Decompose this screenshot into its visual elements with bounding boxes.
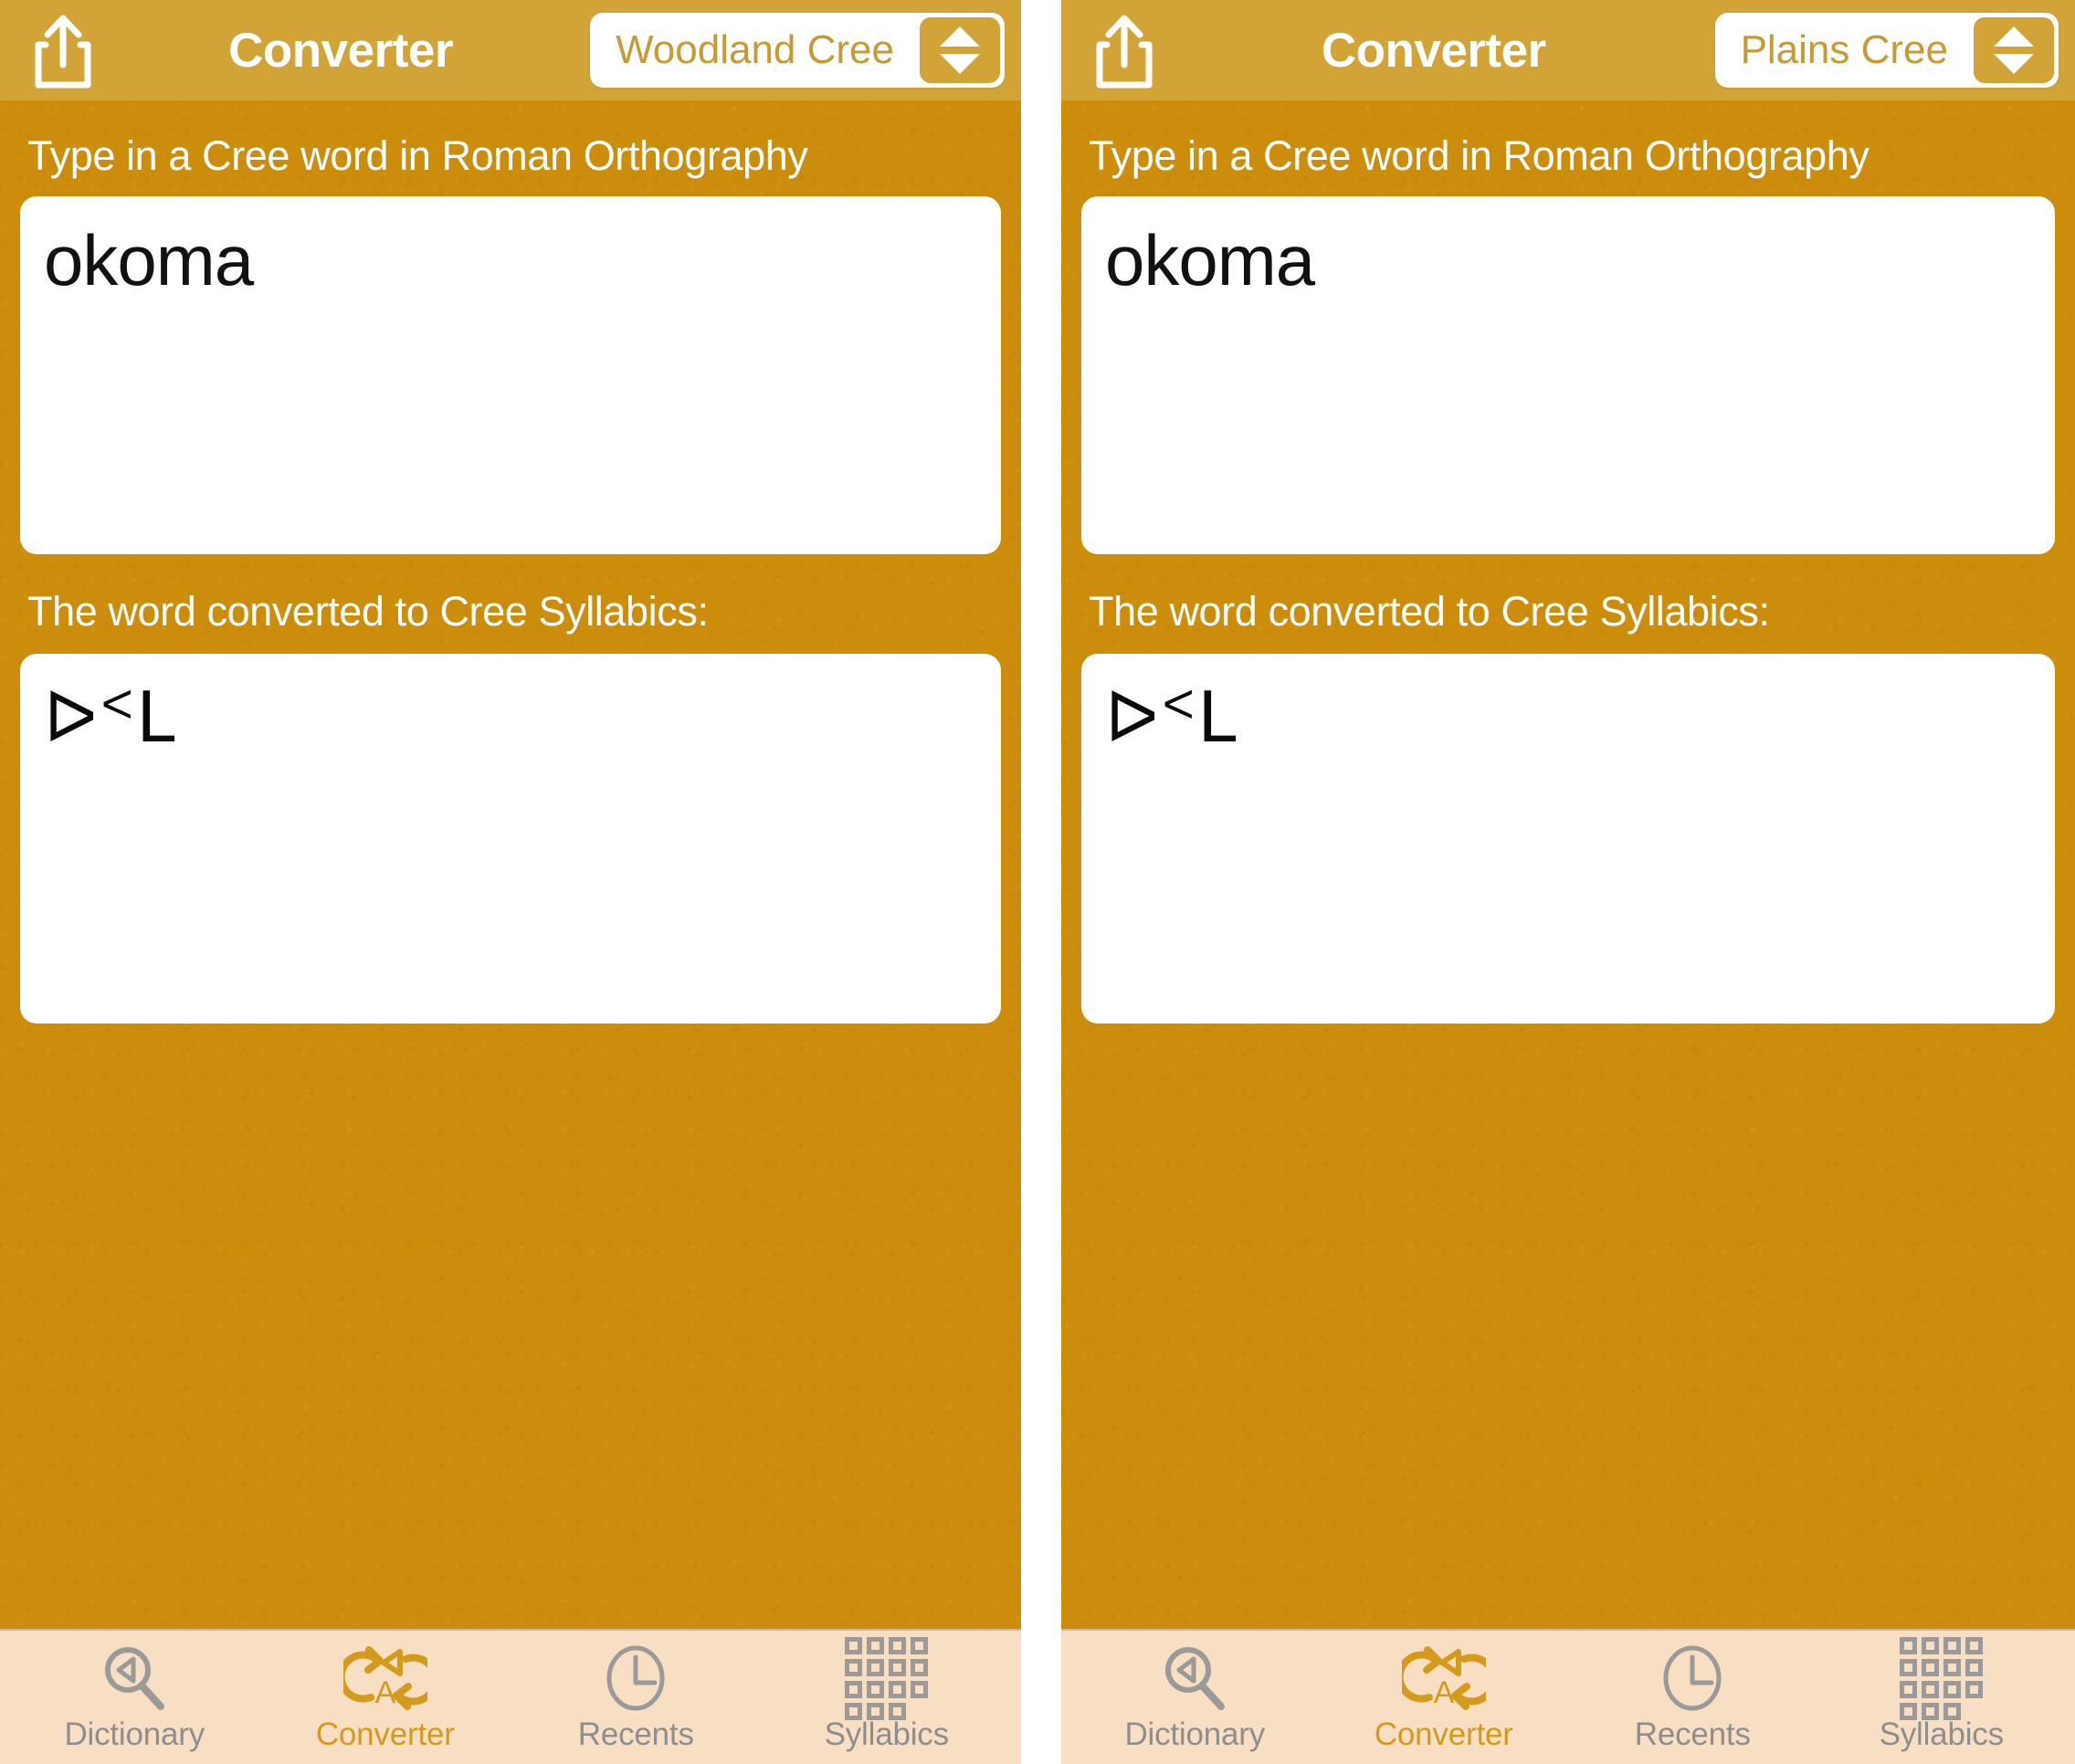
triangle-up-icon[interactable] xyxy=(1994,26,2034,47)
syllabics-output[interactable]: ᐅᑉᒪ xyxy=(20,654,1001,1024)
tab-label-recents: Recents xyxy=(1634,1717,1751,1752)
convert-arrows-icon: A xyxy=(1401,1642,1486,1715)
tab-label-syllabics: Syllabics xyxy=(1879,1717,2005,1752)
converter-body: Type in a Cree word in Roman Orthography… xyxy=(0,100,1021,1629)
tab-bar: Dictionary A Converter Recents Syllabics xyxy=(1061,1629,2075,1764)
navigation-bar: Converter Plains Cree xyxy=(1061,0,2075,100)
roman-orthography-input[interactable]: okoma xyxy=(1081,196,2055,554)
tab-syllabics[interactable]: Syllabics xyxy=(762,1631,1013,1764)
magnifier-icon xyxy=(99,1642,170,1715)
phone-panel-right: Converter Plains Cree Type in a Cree wor… xyxy=(1041,0,2075,1764)
input-field-label: Type in a Cree word in Roman Orthography xyxy=(27,132,808,179)
language-stepper[interactable] xyxy=(920,17,1000,83)
syllabics-value: ᐅᑉᒪ xyxy=(1105,677,1238,758)
triangle-down-icon[interactable] xyxy=(940,54,980,74)
clock-icon xyxy=(600,1642,671,1715)
tab-label-dictionary: Dictionary xyxy=(1124,1717,1266,1752)
language-select[interactable]: Plains Cree xyxy=(1714,13,2059,88)
dual-screenshot-stage: Converter Woodland Cree Type in a Cree w… xyxy=(0,0,2075,1764)
svg-text:A: A xyxy=(374,1675,395,1710)
share-icon[interactable] xyxy=(27,12,99,90)
triangle-up-icon[interactable] xyxy=(940,26,980,47)
language-select[interactable]: Woodland Cree xyxy=(590,13,1005,88)
svg-text:A: A xyxy=(1433,1675,1454,1710)
tab-dictionary[interactable]: Dictionary xyxy=(1070,1631,1320,1764)
page-title: Converter xyxy=(228,23,453,78)
tab-bar: Dictionary A Converter Recents Syllabics xyxy=(0,1629,1021,1764)
language-stepper[interactable] xyxy=(1974,17,2054,83)
syllabics-value: ᐅᑉᒪ xyxy=(44,677,177,758)
navigation-bar: Converter Woodland Cree xyxy=(0,0,1021,100)
tab-label-converter: Converter xyxy=(1374,1717,1513,1752)
app-screen-right: Converter Plains Cree Type in a Cree wor… xyxy=(1061,0,2075,1764)
phone-panel-left: Converter Woodland Cree Type in a Cree w… xyxy=(0,0,1041,1764)
grid-icon xyxy=(1900,1636,1984,1720)
share-icon[interactable] xyxy=(1089,12,1160,90)
page-title: Converter xyxy=(1321,23,1546,78)
tab-converter[interactable]: A Converter xyxy=(1320,1631,1569,1764)
output-field-label: The word converted to Cree Syllabics: xyxy=(27,588,709,635)
converter-body: Type in a Cree word in Roman Orthography… xyxy=(1061,100,2075,1629)
language-select-value: Plains Cree xyxy=(1740,27,1948,72)
magnifier-icon xyxy=(1159,1642,1230,1715)
convert-arrows-icon: A xyxy=(342,1642,427,1715)
tab-label-syllabics: Syllabics xyxy=(824,1717,950,1752)
output-field-label: The word converted to Cree Syllabics: xyxy=(1089,588,1770,635)
syllabics-output[interactable]: ᐅᑉᒪ xyxy=(1081,654,2055,1024)
roman-orthography-value: okoma xyxy=(1105,220,1315,300)
tab-syllabics[interactable]: Syllabics xyxy=(1817,1631,2067,1764)
tab-label-converter: Converter xyxy=(315,1717,455,1752)
language-select-value: Woodland Cree xyxy=(616,27,894,72)
tab-label-dictionary: Dictionary xyxy=(64,1717,205,1752)
input-field-label: Type in a Cree word in Roman Orthography xyxy=(1089,132,1870,179)
tab-recents[interactable]: Recents xyxy=(1568,1631,1817,1764)
app-screen-left: Converter Woodland Cree Type in a Cree w… xyxy=(0,0,1021,1764)
tab-converter[interactable]: A Converter xyxy=(260,1631,511,1764)
roman-orthography-value: okoma xyxy=(44,220,254,300)
tab-recents[interactable]: Recents xyxy=(511,1631,762,1764)
clock-icon xyxy=(1657,1642,1728,1715)
roman-orthography-input[interactable]: okoma xyxy=(20,196,1001,554)
tab-dictionary[interactable]: Dictionary xyxy=(9,1631,260,1764)
grid-icon xyxy=(845,1636,929,1720)
tab-label-recents: Recents xyxy=(577,1717,694,1752)
triangle-down-icon[interactable] xyxy=(1994,54,2034,74)
